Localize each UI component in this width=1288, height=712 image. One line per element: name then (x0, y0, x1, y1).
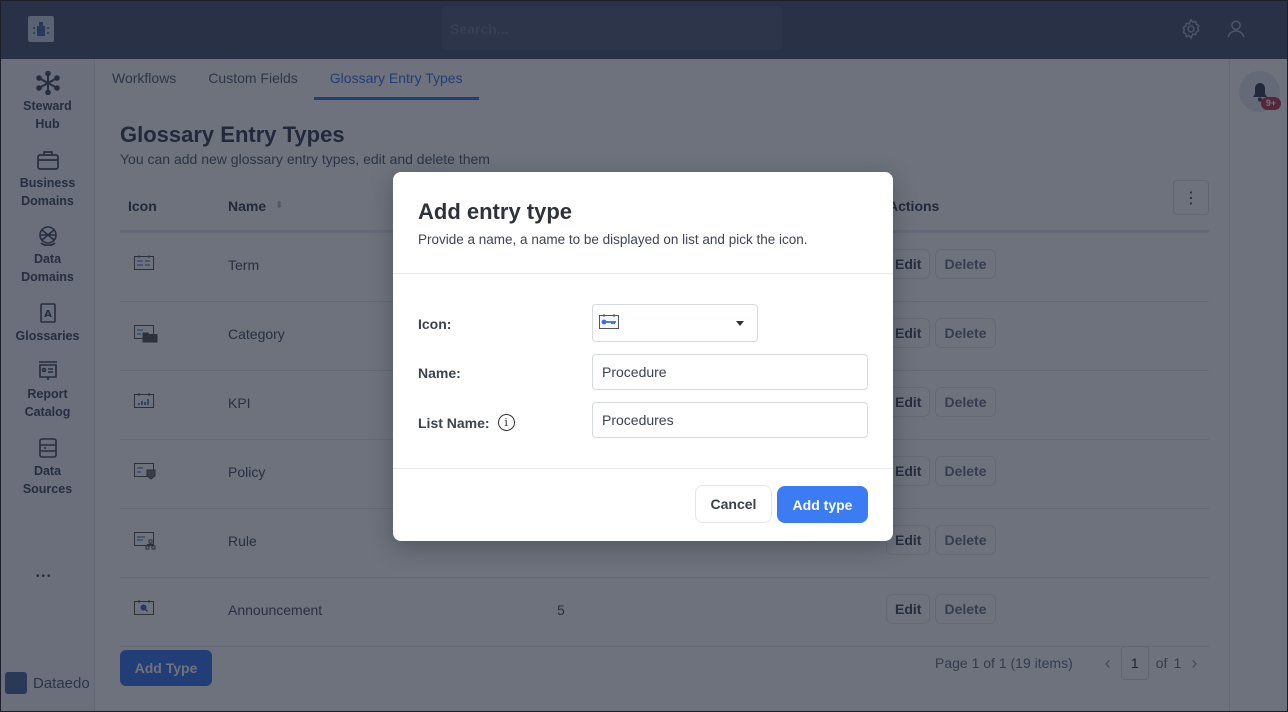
name-input[interactable] (592, 354, 868, 390)
dialog-subtitle: Provide a name, a name to be displayed o… (418, 232, 808, 247)
chevron-down-icon (736, 321, 744, 326)
list-name-label-text: List Name: (418, 414, 490, 431)
divider (393, 468, 893, 469)
info-icon[interactable]: i (497, 414, 515, 431)
name-label-text: Name: (418, 365, 461, 381)
list-name-input[interactable] (592, 402, 868, 438)
name-field-label: Name: (418, 365, 461, 381)
dialog-title: Add entry type (418, 199, 573, 224)
divider (393, 273, 893, 274)
cancel-button[interactable]: Cancel (695, 485, 772, 523)
icon-select[interactable] (592, 304, 758, 342)
procedure-key-icon (599, 313, 619, 334)
add-entry-type-dialog: Add entry type Provide a name, a name to… (393, 172, 893, 541)
list-name-field-label: List Name: i (418, 414, 515, 431)
add-type-submit-button[interactable]: Add type (777, 486, 868, 523)
icon-label-text: Icon: (418, 316, 452, 332)
icon-field-label: Icon: (418, 316, 451, 332)
